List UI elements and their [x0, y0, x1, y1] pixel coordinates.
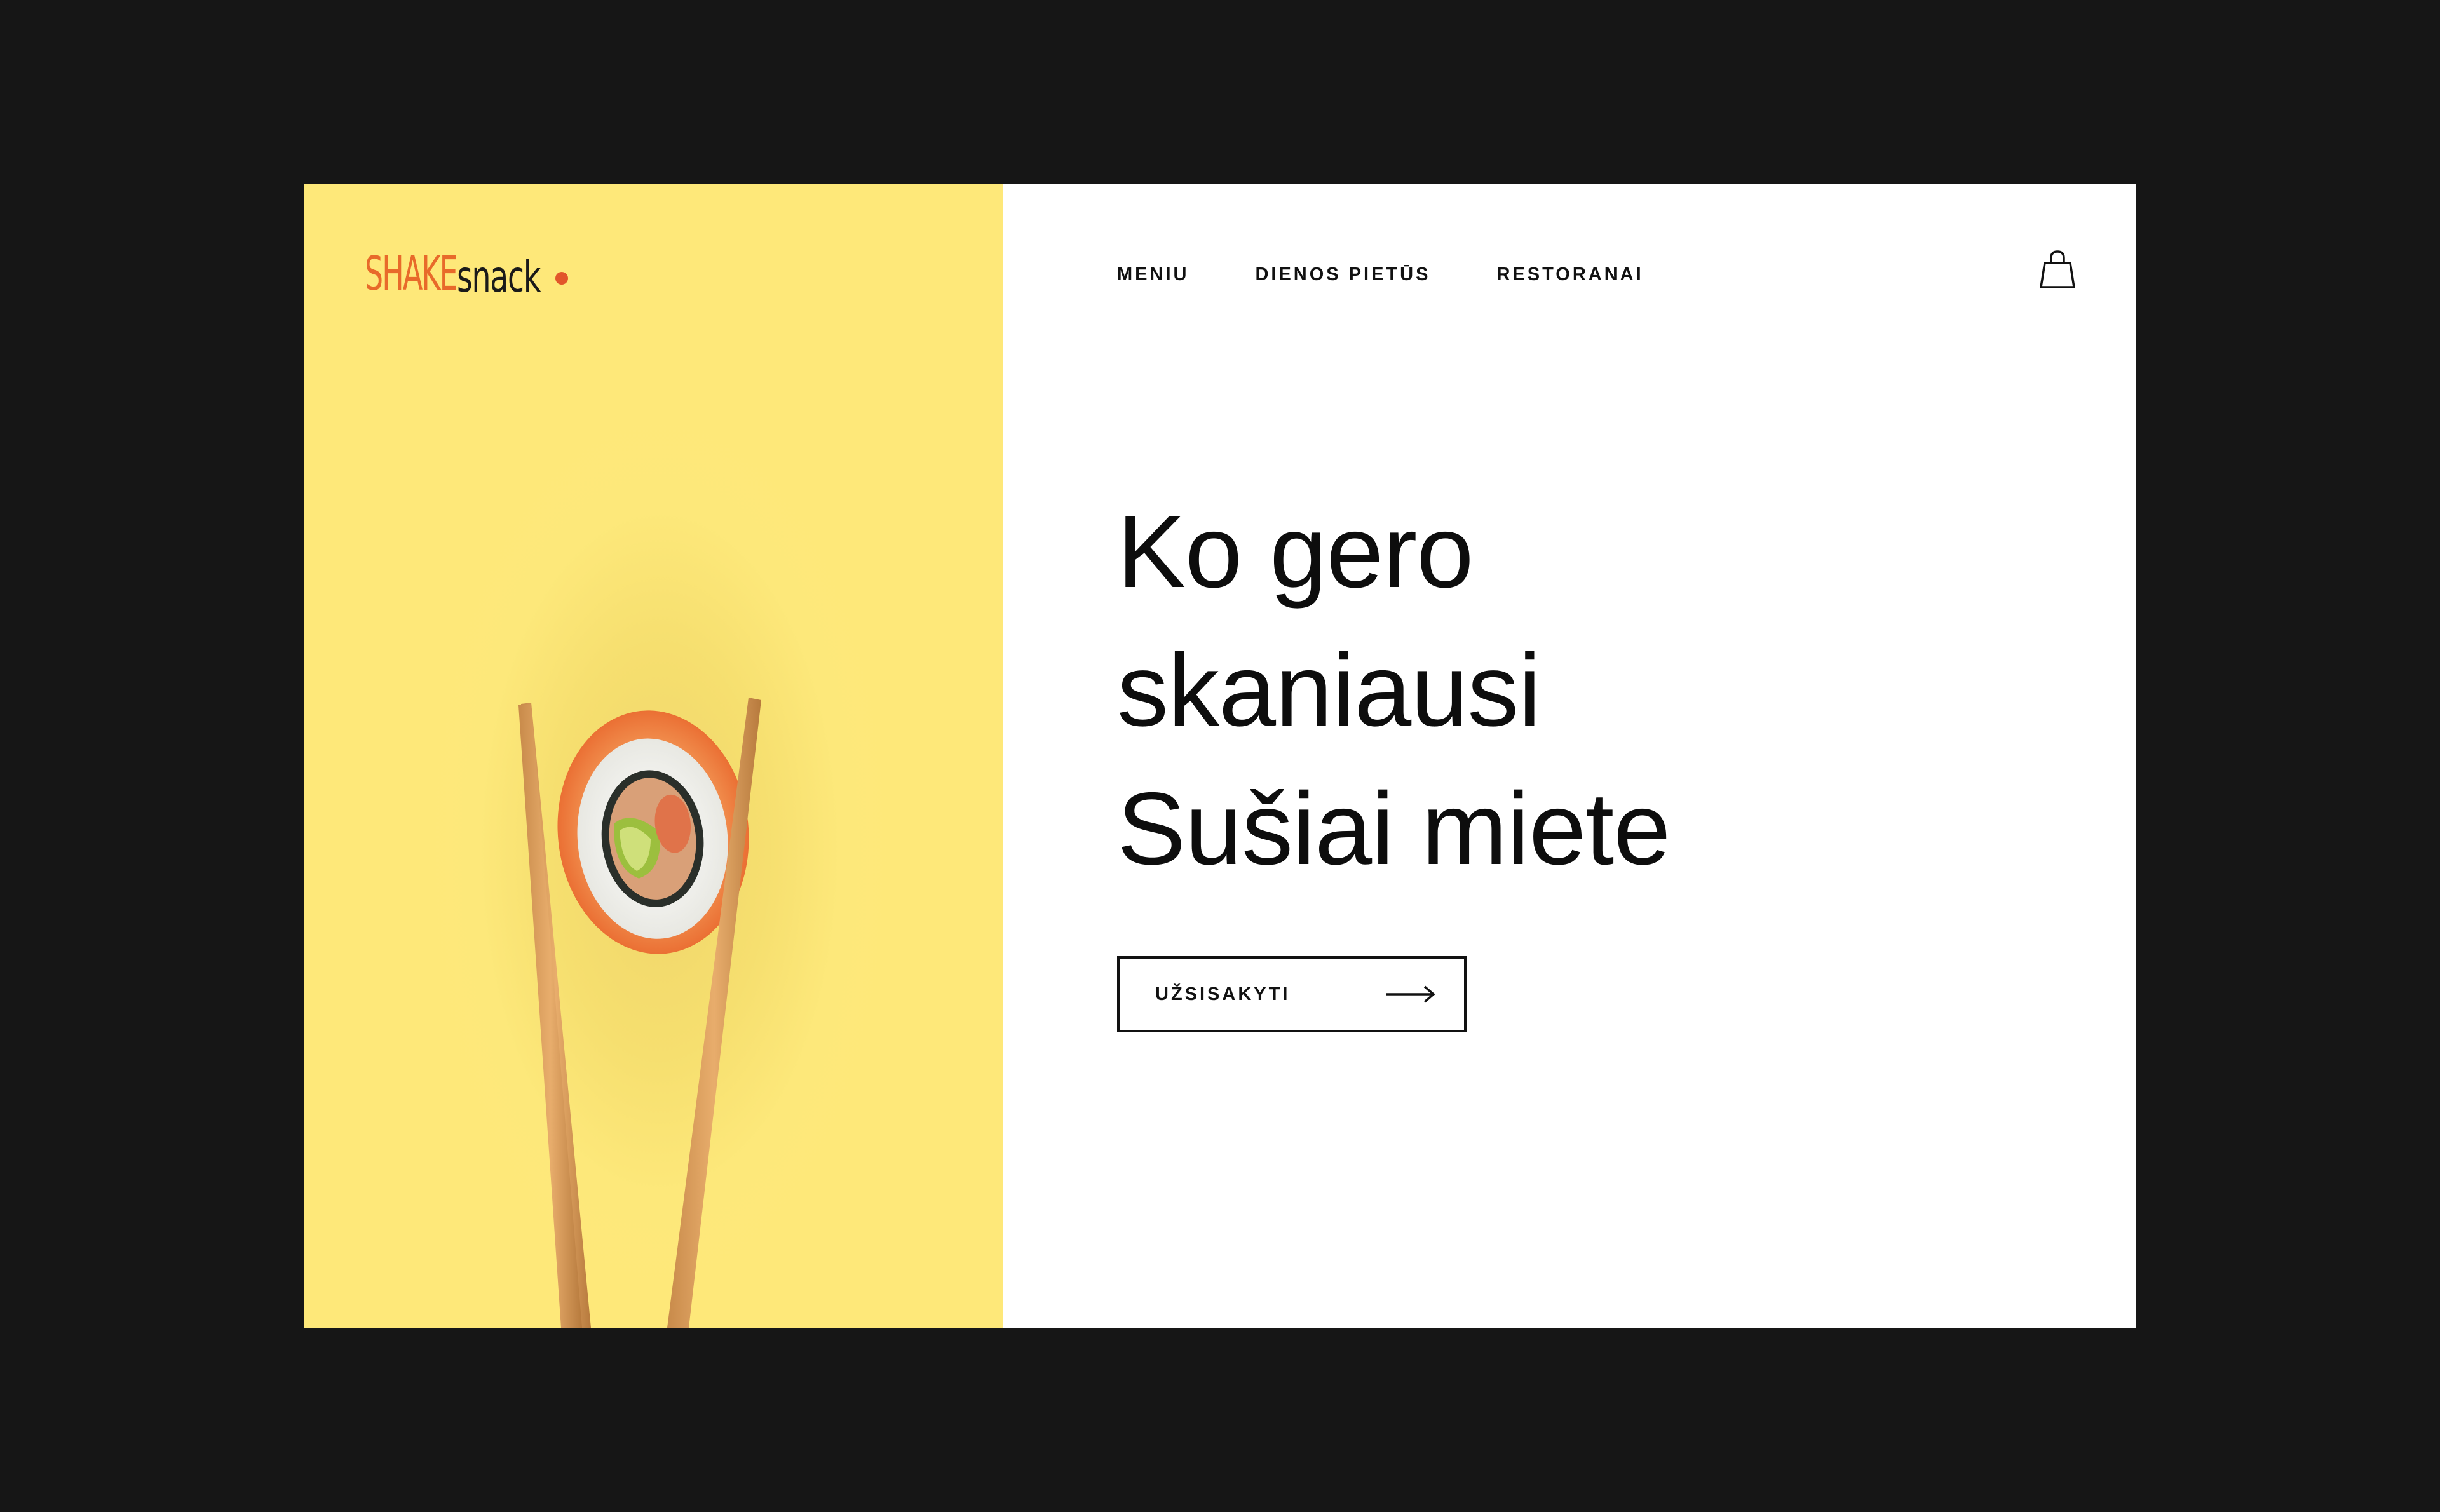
arrow-right-icon	[1386, 985, 1435, 1003]
logo-shake-text: SHAKE	[365, 246, 458, 301]
hero-headline: Ko gero skaniausi Sušiai miete	[1117, 483, 1943, 898]
order-button-label: UŽSISAKYTI	[1155, 984, 1291, 1004]
nav-item-restoranai[interactable]: RESTORANAI	[1496, 264, 1643, 285]
sushi-chopsticks-image	[518, 698, 761, 1328]
headline-line-3: Sušiai miete	[1117, 771, 1671, 886]
hero-image-panel: SHAKE snack	[304, 184, 1003, 1328]
main-navigation: MENIU DIENOS PIETŪS RESTORANAI	[1117, 255, 1644, 294]
landing-page: SHAKE snack MENIU DIENOS PIETŪS RESTORAN…	[304, 184, 2136, 1328]
headline-line-1: Ko gero	[1117, 494, 1474, 609]
logo-snack-text: snack	[457, 252, 541, 302]
nav-item-meniu[interactable]: MENIU	[1117, 264, 1189, 285]
brand-logo[interactable]: SHAKE snack	[365, 245, 581, 302]
order-button[interactable]: UŽSISAKYTI	[1117, 956, 1467, 1032]
shopping-bag-icon[interactable]	[2038, 249, 2077, 291]
nav-item-dienos-pietus[interactable]: DIENOS PIETŪS	[1255, 264, 1430, 285]
logo-dot-icon	[555, 272, 568, 285]
headline-line-2: skaniausi	[1117, 633, 1541, 748]
